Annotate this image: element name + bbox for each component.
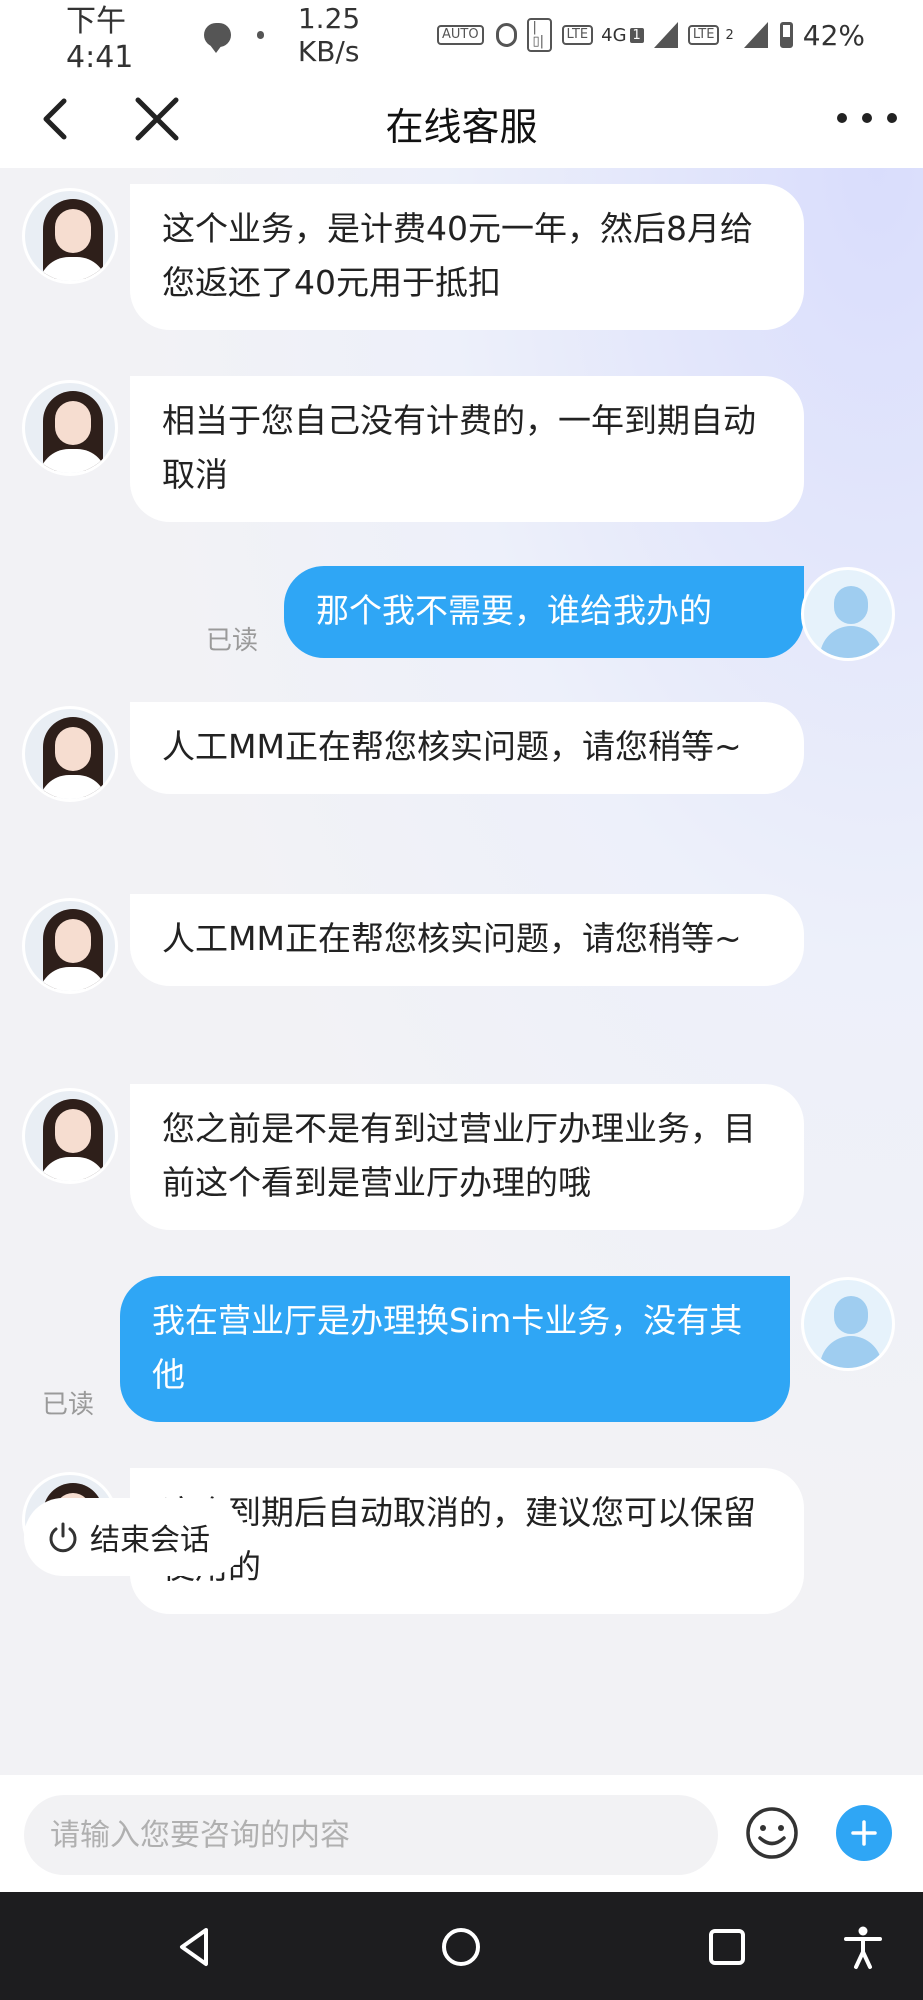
more-functions-button[interactable] — [836, 1805, 892, 1861]
read-status: 已读 — [42, 1390, 95, 1420]
system-nav-bar — [0, 1892, 923, 2000]
agent-avatar[interactable] — [22, 1088, 118, 1184]
status-time: 下午4:41 — [66, 3, 134, 75]
header: 在线客服 — [0, 70, 923, 168]
status-bar: 下午4:41 1.25 KB/s AUTO |▯| LTE 4G 1 LTE 2… — [0, 0, 923, 75]
agent-message-bubble[interactable]: 人工MM正在帮您核实问题，请您稍等~ — [130, 894, 804, 986]
user-message-bubble[interactable]: 我在营业厅是办理换Sim卡业务，没有其他 — [120, 1276, 790, 1422]
alarm-icon — [495, 23, 518, 47]
user-avatar[interactable] — [801, 567, 895, 661]
agent-message-bubble[interactable]: 这个业务，是计费40元一年，然后8月给您返还了40元用于抵扣 — [130, 184, 804, 330]
agent-message-bubble[interactable]: 您之前是不是有到过营业厅办理业务，目前这个看到是营业厅办理的哦 — [130, 1084, 804, 1230]
battery-icon — [779, 22, 793, 48]
user-avatar[interactable] — [801, 1277, 895, 1371]
vibrate-icon: |▯| — [527, 18, 552, 52]
volte-icon-2: LTE — [687, 25, 720, 45]
end-session-button[interactable]: 结束会话 — [24, 1498, 246, 1576]
end-session-label: 结束会话 — [90, 1523, 210, 1558]
nav-back-icon[interactable] — [170, 1922, 220, 1972]
nav-home-icon[interactable] — [436, 1922, 486, 1972]
sim2-badge: 2 — [725, 27, 734, 43]
network-speed: 1.25 KB/s — [297, 2, 361, 68]
agent-avatar[interactable] — [22, 188, 118, 284]
input-bar — [0, 1775, 923, 1892]
signal-icon — [653, 22, 678, 48]
accessibility-icon[interactable] — [838, 1922, 888, 1972]
signal-icon-2 — [743, 22, 768, 48]
read-status: 已读 — [206, 626, 259, 656]
battery-percent: 42% — [802, 18, 866, 52]
plus-icon — [851, 1820, 877, 1846]
more-options-icon[interactable] — [837, 106, 897, 130]
volte-icon: LTE — [561, 25, 594, 45]
auto-brightness-icon: AUTO — [437, 25, 484, 45]
message-input[interactable] — [24, 1795, 718, 1875]
sim1-badge: 1 — [629, 27, 644, 43]
emoji-icon[interactable] — [744, 1805, 800, 1861]
network-type: 4G — [601, 24, 627, 46]
agent-avatar[interactable] — [22, 706, 118, 802]
power-icon — [49, 1522, 77, 1553]
nav-recents-icon[interactable] — [702, 1922, 752, 1972]
user-message-bubble[interactable]: 那个我不需要，谁给我办的 — [284, 566, 804, 658]
notification-dot-icon — [256, 31, 264, 39]
battery-fill — [782, 36, 790, 45]
agent-avatar[interactable] — [22, 380, 118, 476]
page-title: 在线客服 — [385, 105, 538, 149]
agent-message-bubble[interactable]: 相当于您自己没有计费的，一年到期自动取消 — [130, 376, 804, 522]
agent-message-bubble[interactable]: 人工MM正在帮您核实问题，请您稍等~ — [130, 702, 804, 794]
chat-notification-icon — [204, 23, 231, 53]
agent-avatar[interactable] — [22, 898, 118, 994]
